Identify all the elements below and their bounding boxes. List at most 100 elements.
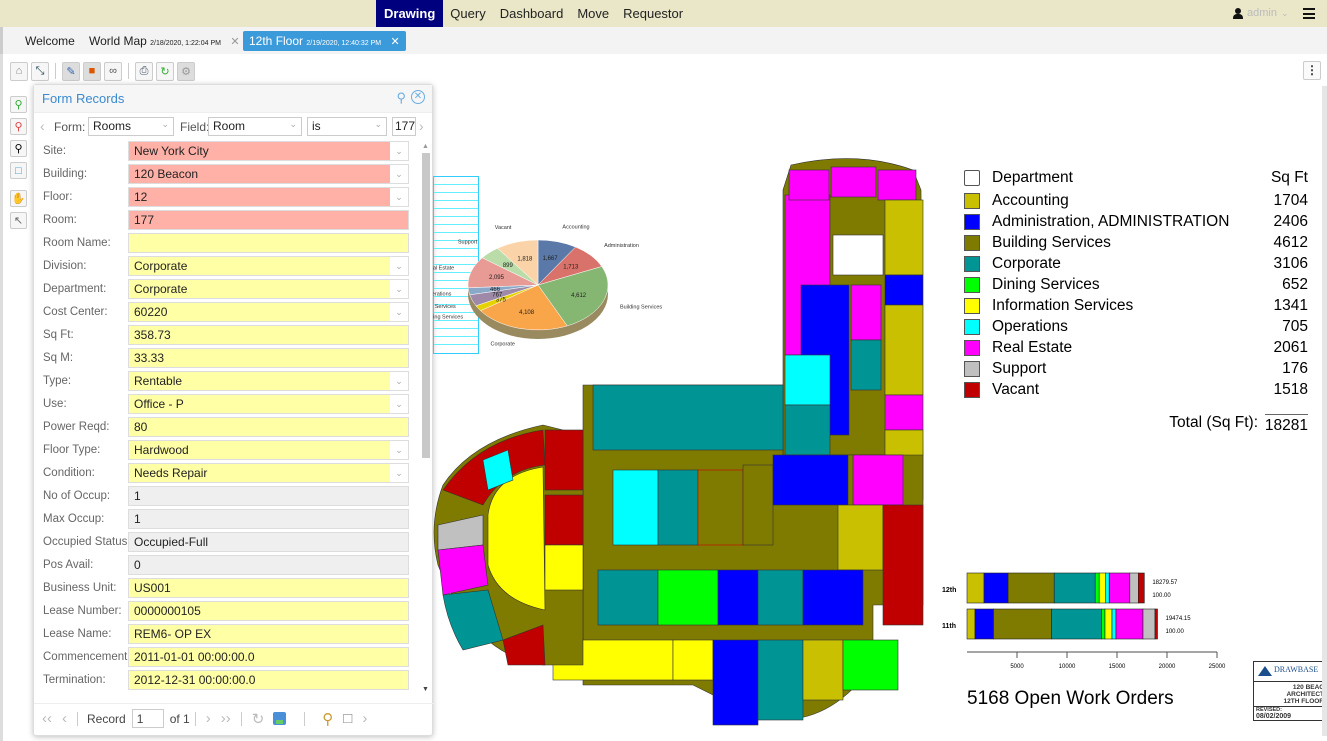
close-tab-icon[interactable]: ✕ [390, 36, 399, 48]
next-icon[interactable]: › [206, 710, 211, 727]
record-number-input[interactable]: 1 [131, 709, 164, 728]
form-select-value: Rooms [93, 119, 132, 133]
nav-move[interactable]: Move [570, 0, 616, 27]
chevron-down-icon[interactable]: ⌄ [390, 257, 408, 275]
pin-icon[interactable]: ⚲ [396, 90, 406, 106]
commencement-field[interactable]: 2011-01-01 00:00:00.0 [128, 647, 409, 667]
room-name-field[interactable] [128, 233, 409, 253]
last-page-icon[interactable]: ›› [221, 710, 231, 727]
zoom-window-icon[interactable]: ⚲ [10, 140, 27, 157]
division-field[interactable]: Corporate ⌄ [128, 256, 409, 276]
locate-icon[interactable]: ⚲ [322, 710, 333, 728]
scroll-up-icon[interactable]: ▲ [422, 143, 429, 150]
legend-item[interactable]: Dining Services 652 [962, 275, 1310, 296]
condition-field[interactable]: Needs Repair ⌄ [128, 463, 409, 483]
chevron-down-icon[interactable]: ⌄ [390, 142, 408, 160]
legend-item[interactable]: Support 176 [962, 359, 1310, 380]
use-field[interactable]: Office - P ⌄ [128, 394, 409, 414]
lease-name-field[interactable]: REM6- OP EX [128, 624, 409, 644]
room-field[interactable]: 177 [128, 210, 409, 230]
tab-label: 12th Floor [249, 34, 304, 48]
department-field[interactable]: Corporate ⌄ [128, 279, 409, 299]
filter-value-input[interactable]: 177 [392, 117, 416, 136]
zoom-selection-icon[interactable]: □ [10, 162, 27, 179]
field-select[interactable]: Room ⌄ [208, 117, 302, 136]
bar-segment [966, 572, 985, 604]
legend-item[interactable]: Building Services 4612 [962, 233, 1310, 254]
chevron-down-icon[interactable]: ⌄ [390, 372, 408, 390]
chevron-right-icon[interactable]: › [419, 118, 424, 134]
legend-item[interactable]: Information Services 1341 [962, 296, 1310, 317]
legend-item[interactable]: Vacant 1518 [962, 380, 1310, 401]
refresh-icon[interactable]: ↻ [252, 710, 265, 728]
panel-title: Form Records [42, 91, 125, 106]
drawing-scrollbar[interactable] [1322, 86, 1327, 736]
sq-m-field[interactable]: 33.33 [128, 348, 409, 368]
link-icon[interactable]: ∞ [104, 61, 122, 81]
zoom-out-icon[interactable]: ⚲ [10, 118, 27, 135]
refresh-icon[interactable]: ↻ [156, 61, 174, 81]
user-menu[interactable]: admin ⌄ [1233, 0, 1289, 27]
tab-welcome[interactable]: Welcome [19, 31, 81, 51]
zoom-in-icon[interactable]: ⚲ [10, 96, 27, 113]
legend-item[interactable]: Operations 705 [962, 317, 1310, 338]
panel-scrollbar[interactable]: ▲ ▼ [421, 143, 431, 693]
tab-12th-floor[interactable]: 12th Floor 2/19/2020, 12:40:32 PM ✕ [243, 31, 406, 51]
checkbox-icon[interactable]: □ [343, 710, 352, 727]
legend-item[interactable]: Administration, ADMINISTRATION 2406 [962, 212, 1310, 233]
tab-world-map[interactable]: World Map 2/18/2020, 1:22:04 PM ✕ [83, 31, 246, 51]
close-icon[interactable]: ✕ [411, 90, 425, 104]
home-icon[interactable]: ⌂ [10, 61, 28, 81]
chevron-right-icon[interactable]: › [362, 710, 367, 727]
chevron-down-icon[interactable]: ⌄ [390, 280, 408, 298]
form-field-row: Floor: 12 ⌄ [34, 186, 419, 209]
power-reqd-field[interactable]: 80 [128, 417, 409, 437]
nav-query[interactable]: Query [443, 0, 492, 27]
close-tab-icon[interactable]: ✕ [230, 36, 239, 48]
floor-type-field[interactable]: Hardwood ⌄ [128, 440, 409, 460]
cost-center-field[interactable]: 60220 ⌄ [128, 302, 409, 322]
more-options-icon[interactable]: ⋮ [1303, 61, 1321, 80]
scroll-down-icon[interactable]: ▼ [422, 686, 429, 693]
nav-requestor[interactable]: Requestor [616, 0, 690, 27]
hamburger-menu-icon[interactable] [1303, 8, 1315, 19]
field-label: Pos Avail: [43, 559, 94, 571]
settings-icon[interactable]: ⚙ [177, 61, 195, 81]
pan-icon[interactable]: ✋ [10, 190, 27, 207]
save-icon[interactable] [273, 712, 287, 725]
chevron-down-icon[interactable]: ⌄ [390, 441, 408, 459]
assign-icon[interactable]: ■ [83, 61, 101, 81]
scroll-thumb[interactable] [422, 153, 430, 458]
chevron-left-icon[interactable]: ‹ [40, 118, 45, 134]
previous-icon[interactable]: ‹ [62, 710, 67, 727]
chevron-down-icon[interactable]: ⌄ [390, 395, 408, 413]
legend-item[interactable]: Accounting 1704 [962, 191, 1310, 212]
nav-dashboard[interactable]: Dashboard [493, 0, 571, 27]
building-field[interactable]: 120 Beacon ⌄ [128, 164, 409, 184]
chevron-down-icon[interactable]: ⌄ [390, 464, 408, 482]
sq-ft-field[interactable]: 358.73 [128, 325, 409, 345]
legend-value: 2061 [1273, 339, 1308, 356]
business-unit-field[interactable]: US001 [128, 578, 409, 598]
bar-total-label: 18279.57 [1152, 580, 1178, 586]
lease-number-field[interactable]: 0000000105 [128, 601, 409, 621]
type-field[interactable]: Rentable ⌄ [128, 371, 409, 391]
chevron-down-icon[interactable]: ⌄ [390, 303, 408, 321]
legend-item[interactable]: Corporate 3106 [962, 254, 1310, 275]
print-icon[interactable]: ⎙ [135, 61, 153, 81]
pie-value-label: 1,818 [517, 256, 533, 262]
legend-item[interactable]: Real Estate 2061 [962, 338, 1310, 359]
termination-field[interactable]: 2012-12-31 00:00:00.0 [128, 670, 409, 690]
chevron-down-icon[interactable]: ⌄ [390, 165, 408, 183]
zoom-extents-icon[interactable]: ⤡ [31, 61, 49, 81]
chevron-down-icon[interactable]: ⌄ [390, 188, 408, 206]
select-tool-icon[interactable]: ✎ [62, 61, 80, 81]
operator-select[interactable]: is ⌄ [307, 117, 387, 136]
form-select[interactable]: Rooms ⌄ [88, 117, 174, 136]
floor-field[interactable]: 12 ⌄ [128, 187, 409, 207]
first-page-icon[interactable]: ‹‹ [42, 710, 52, 727]
nav-drawing[interactable]: Drawing [376, 0, 444, 27]
pointer-icon[interactable]: ↖ [10, 212, 27, 229]
site-field[interactable]: New York City ⌄ [128, 141, 409, 161]
floor-plan-drawing[interactable]: 1,667 Accounting 1,713 Administration 4,612 B… [433, 95, 938, 735]
